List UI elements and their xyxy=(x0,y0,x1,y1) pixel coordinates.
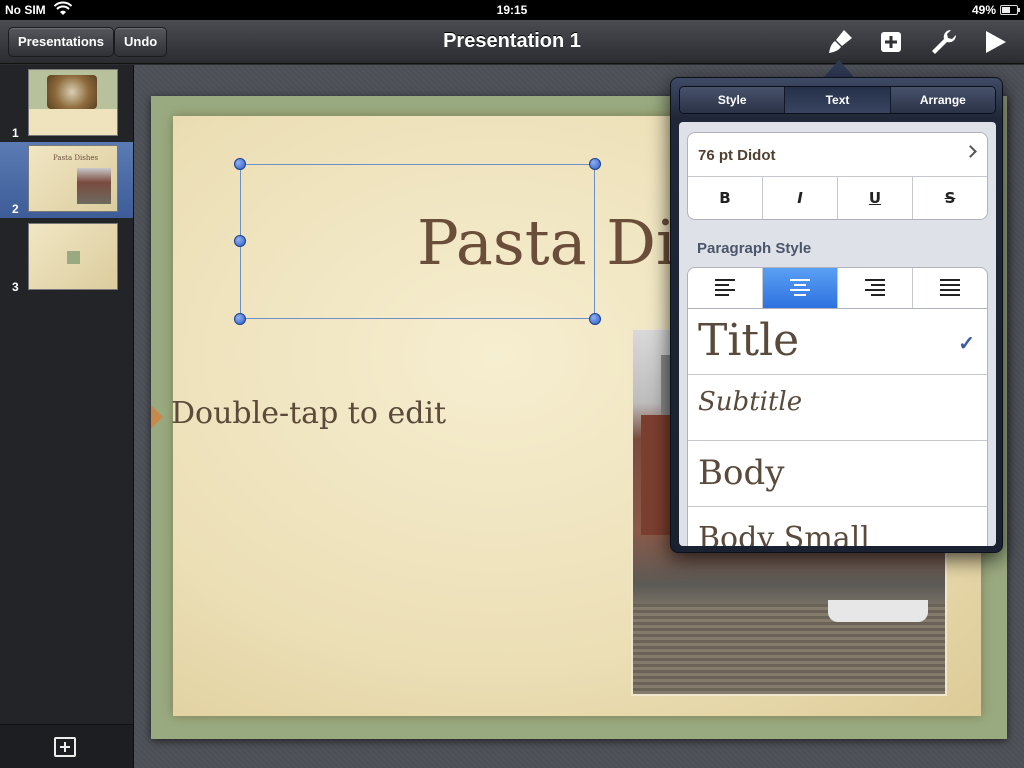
body-placeholder[interactable]: Double-tap to edit xyxy=(171,396,446,431)
align-center-icon xyxy=(790,279,810,297)
clock: 19:15 xyxy=(496,3,528,17)
slide-thumbnail-item[interactable]: 1 xyxy=(0,66,133,142)
paintbrush-icon[interactable] xyxy=(824,26,856,58)
wrench-icon[interactable] xyxy=(927,26,959,58)
slide-number: 3 xyxy=(12,280,19,294)
checkmark-icon: ✓ xyxy=(958,333,975,355)
slide-thumbnail xyxy=(28,223,118,290)
style-label: Body Small xyxy=(698,521,870,546)
resize-handle[interactable] xyxy=(589,158,601,170)
paragraph-style-body[interactable]: Body xyxy=(688,441,987,507)
slide-number: 1 xyxy=(12,126,19,140)
bold-button[interactable]: B xyxy=(688,177,763,219)
paragraph-style-body-small[interactable]: Body Small xyxy=(688,507,987,546)
align-right-button[interactable] xyxy=(838,268,913,308)
food-image xyxy=(47,75,97,109)
font-selector[interactable]: 76 pt Didot xyxy=(688,133,987,176)
thumbnail-title: Pasta Dishes xyxy=(53,154,99,162)
slide-thumbnail-item[interactable]: 2 Pasta Dishes xyxy=(0,142,133,218)
thumbnail-photo xyxy=(77,168,111,204)
paragraph-style-title[interactable]: Title ✓ xyxy=(688,309,987,375)
underline-button[interactable]: U xyxy=(838,177,913,219)
add-slide-icon[interactable] xyxy=(54,737,76,757)
align-center-button[interactable] xyxy=(763,268,838,308)
text-style-buttons: B I U S xyxy=(688,176,987,219)
font-group: 76 pt Didot B I U S xyxy=(687,132,988,220)
slide-thumbnail: Pasta Dishes xyxy=(28,145,118,212)
paragraph-style-header: Paragraph Style xyxy=(697,240,812,257)
slide-number: 2 xyxy=(12,202,19,216)
battery-percent: 49% xyxy=(971,3,996,17)
align-right-icon xyxy=(865,279,885,297)
align-justify-icon xyxy=(940,279,960,297)
play-icon[interactable] xyxy=(979,26,1011,58)
tab-arrange[interactable]: Arrange xyxy=(890,87,995,113)
insert-icon[interactable] xyxy=(875,26,907,58)
style-label: Body xyxy=(698,453,785,493)
align-left-icon xyxy=(715,279,735,297)
inspector-tabs: Style Text Arrange xyxy=(679,86,996,114)
toolbar: Presentations Undo Presentation 1 xyxy=(0,20,1024,64)
style-label: Subtitle xyxy=(698,387,803,417)
chevron-right-icon xyxy=(964,145,977,158)
strikethrough-button[interactable]: S xyxy=(913,177,987,219)
resize-handle[interactable] xyxy=(234,235,246,247)
tab-style[interactable]: Style xyxy=(680,87,786,113)
style-label: Title xyxy=(698,315,800,366)
font-label: 76 pt Didot xyxy=(698,147,776,164)
format-popover: Style Text Arrange 76 pt Didot B I U S P… xyxy=(670,77,1003,553)
slide-navigator: 1 2 Pasta Dishes 3 xyxy=(0,65,134,768)
align-left-button[interactable] xyxy=(688,268,763,308)
thumbnail-shape xyxy=(67,251,80,264)
tab-text[interactable]: Text xyxy=(785,87,891,113)
slide-thumbnail xyxy=(28,69,118,136)
resize-handle[interactable] xyxy=(234,158,246,170)
resize-handle[interactable] xyxy=(589,313,601,325)
paragraph-style-list: Title ✓ Subtitle Body Body Small xyxy=(687,309,988,546)
status-bar: No SIM 19:15 49% xyxy=(0,0,1024,20)
battery-icon xyxy=(1000,5,1020,15)
photo-boat xyxy=(828,600,928,622)
align-justify-button[interactable] xyxy=(913,268,987,308)
undo-button[interactable]: Undo xyxy=(114,27,168,57)
alignment-buttons xyxy=(687,267,988,309)
resize-handle[interactable] xyxy=(234,313,246,325)
sidebar-footer xyxy=(0,724,133,768)
popover-content: 76 pt Didot B I U S Paragraph Style Titl… xyxy=(679,122,996,546)
selection-box[interactable] xyxy=(234,158,601,325)
popover-arrow xyxy=(823,60,855,78)
presentations-button[interactable]: Presentations xyxy=(8,27,114,57)
slide-thumbnail-item[interactable]: 3 xyxy=(0,220,133,296)
paragraph-style-subtitle[interactable]: Subtitle xyxy=(688,375,987,441)
placeholder-arrow-icon xyxy=(151,405,163,429)
italic-button[interactable]: I xyxy=(763,177,838,219)
